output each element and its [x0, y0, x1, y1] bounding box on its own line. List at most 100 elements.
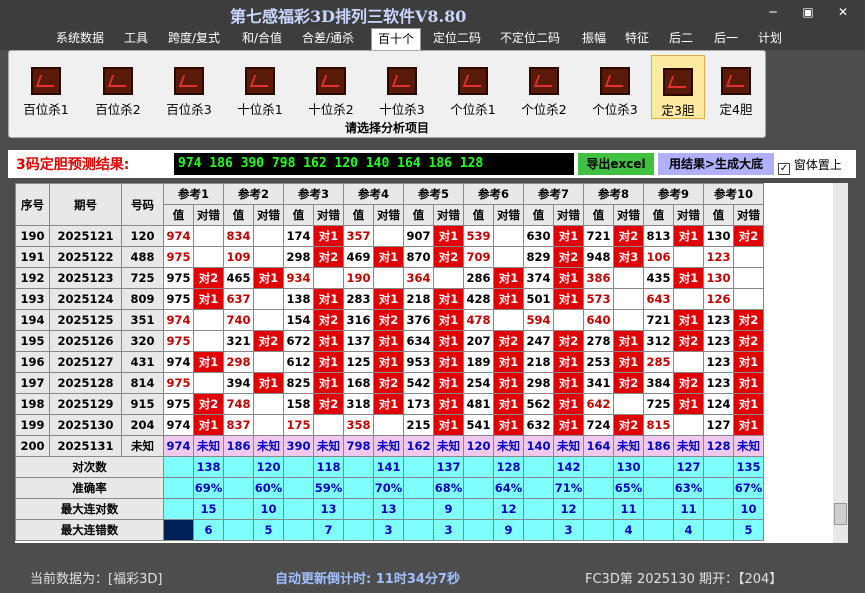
stats-spacer	[523, 477, 554, 499]
ribbon-fix-3-gall[interactable]: 定3胆	[651, 55, 705, 119]
vertical-scrollbar[interactable]	[833, 183, 848, 543]
ribbon-tens-kill-2[interactable]: 十位杀2	[302, 55, 360, 119]
result-cell: 对2	[673, 330, 704, 352]
table-row[interactable]: 197 2025128 814 975 394 对1 825 对1 168 对2 542 对1 254 对…	[15, 372, 764, 394]
menu-bar: 系统数据 工具 跨度/复式 和/合值 合差/通杀 百十个 定位二码 不定位二码 …	[0, 28, 865, 50]
stats-spacer	[283, 456, 314, 478]
table-row[interactable]: 199 2025130 204 974 对1 837 175 358 215 对1 541 对1 632…	[15, 414, 764, 436]
ribbon-units-kill-3[interactable]: 个位杀3	[586, 55, 644, 119]
ribbon-hundreds-kill-1[interactable]: 百位杀1	[17, 55, 75, 119]
stats-spacer	[163, 519, 194, 541]
table-row[interactable]: 195 2025126 320 975 321 对2 672 对1 137 对1 634 对1 207 对…	[15, 330, 764, 352]
value-cell: 813	[643, 225, 674, 247]
value-cell: 109	[223, 246, 254, 268]
stats-value: 70%	[373, 477, 404, 499]
stats-value: 141	[373, 456, 404, 478]
result-cell: 对2	[553, 246, 584, 268]
seq-cell: 199	[15, 414, 50, 436]
value-cell: 709	[463, 246, 494, 268]
ribbon-hundreds-kill-3[interactable]: 百位杀3	[160, 55, 218, 119]
export-excel-button[interactable]: 导出excel	[578, 153, 654, 175]
sub-header-value: 值	[223, 204, 254, 226]
stats-value: 63%	[673, 477, 704, 499]
value-cell: 386	[583, 267, 614, 289]
ribbon-units-kill-1[interactable]: 个位杀1	[444, 55, 502, 119]
period-cell: 2025121	[49, 225, 122, 247]
menu-pos-two[interactable]: 定位二码	[433, 28, 481, 50]
menu-system-data[interactable]: 系统数据	[56, 28, 104, 50]
result-cell: 对1	[433, 288, 464, 310]
table-row[interactable]: 191 2025122 488 975 109 298 对2 469 对1 870 对2 709 829…	[15, 246, 764, 268]
table-row[interactable]: 194 2025125 351 974 740 154 对2 316 对2 376 对1 478 594…	[15, 309, 764, 331]
chart-icon	[245, 67, 275, 95]
maximize-button[interactable]: ▣	[795, 4, 821, 20]
result-cell: 对2	[613, 225, 644, 247]
result-cell: 对2	[733, 225, 764, 247]
result-cell	[673, 288, 704, 310]
menu-amplitude[interactable]: 振幅	[582, 28, 606, 50]
stats-spacer	[223, 456, 254, 478]
menu-position[interactable]: 百十个	[371, 28, 422, 50]
menu-last-two[interactable]: 后二	[669, 28, 693, 50]
number-cell: 351	[121, 309, 164, 331]
stats-value: 11	[613, 498, 644, 520]
stats-value: 64%	[493, 477, 524, 499]
menu-sum[interactable]: 和/合值	[242, 28, 282, 50]
sub-header-value: 值	[643, 204, 674, 226]
chart-icon	[721, 67, 751, 95]
menu-last-one[interactable]: 后一	[714, 28, 738, 50]
minimize-button[interactable]: ─	[760, 4, 786, 20]
stats-value: 138	[193, 456, 224, 478]
table-row[interactable]: 198 2025129 915 975 对2 748 158 对2 318 对1 173 对1 481 对…	[15, 393, 764, 415]
value-cell: 394	[223, 372, 254, 394]
menu-span[interactable]: 跨度/复式	[168, 28, 220, 50]
ribbon-fix-4-gall[interactable]: 定4胆	[709, 55, 763, 119]
result-cell: 对1	[253, 372, 284, 394]
ref-header: 参考10	[703, 183, 764, 205]
ontop-checkbox[interactable]: ✓ 窗体置上	[778, 156, 842, 175]
number-cell: 431	[121, 351, 164, 373]
stats-value: 12	[553, 498, 584, 520]
value-cell: 541	[463, 414, 494, 436]
result-cell: 对2	[253, 330, 284, 352]
sub-header-value: 值	[463, 204, 494, 226]
table-row[interactable]: 196 2025127 431 974 对1 298 612 对1 125 对1 953 对1 189 对…	[15, 351, 764, 373]
menu-features[interactable]: 特征	[625, 28, 649, 50]
close-button[interactable]: ✕	[830, 4, 856, 20]
menu-tools[interactable]: 工具	[124, 28, 148, 50]
result-display[interactable]: 974 186 390 798 162 120 140 164 186 128	[174, 153, 574, 175]
seq-cell: 196	[15, 351, 50, 373]
value-cell: 974	[163, 414, 194, 436]
ribbon-hundreds-kill-2[interactable]: 百位杀2	[89, 55, 147, 119]
ribbon-units-kill-2[interactable]: 个位杀2	[515, 55, 573, 119]
seq-cell: 190	[15, 225, 50, 247]
value-cell: 247	[523, 330, 554, 352]
result-cell	[373, 414, 404, 436]
menu-diff[interactable]: 合差/通杀	[302, 28, 354, 50]
result-cell	[373, 267, 404, 289]
value-cell: 298	[523, 372, 554, 394]
table-row[interactable]: 190 2025121 120 974 834 174 对1 357 907 对1 539 630 对1…	[15, 225, 764, 247]
value-cell: 154	[283, 309, 314, 331]
result-cell	[253, 351, 284, 373]
generate-button[interactable]: 用结果>生成大底	[658, 153, 774, 175]
stats-value: 69%	[193, 477, 224, 499]
value-cell: 215	[403, 414, 434, 436]
table-row[interactable]: 193 2025124 809 975 对1 637 138 对1 283 对1 218 对1 428 对…	[15, 288, 764, 310]
sub-header-value: 值	[283, 204, 314, 226]
ribbon-tens-kill-3[interactable]: 十位杀3	[373, 55, 431, 119]
result-cell: 对1	[193, 288, 224, 310]
value-cell: 123	[703, 372, 734, 394]
stats-row: 最大连错数 6 5 7 3 3 9 3 4 4 5	[15, 519, 764, 541]
value-cell: 173	[403, 393, 434, 415]
menu-plan[interactable]: 计划	[758, 28, 782, 50]
ribbon-tens-kill-1[interactable]: 十位杀1	[231, 55, 289, 119]
menu-nonpos-two[interactable]: 不定位二码	[500, 28, 560, 50]
scroll-thumb[interactable]	[834, 503, 847, 525]
table-row[interactable]: 192 2025123 725 975 对2 465 对1 934 190 364 286 对1 374…	[15, 267, 764, 289]
sub-header-value: 值	[163, 204, 194, 226]
prediction-row[interactable]: 200 2025131 未知 974 未知 186 未知 390 未知 798 未知 162 未知 120…	[15, 435, 764, 457]
result-cell: 对1	[553, 393, 584, 415]
stats-spacer	[703, 498, 734, 520]
data-grid[interactable]: 序号 期号 号码 参考1 参考2 参考3 参考4 参考5 参考6 参考7 参考8 参考9 参考10 值对错…	[15, 183, 833, 543]
